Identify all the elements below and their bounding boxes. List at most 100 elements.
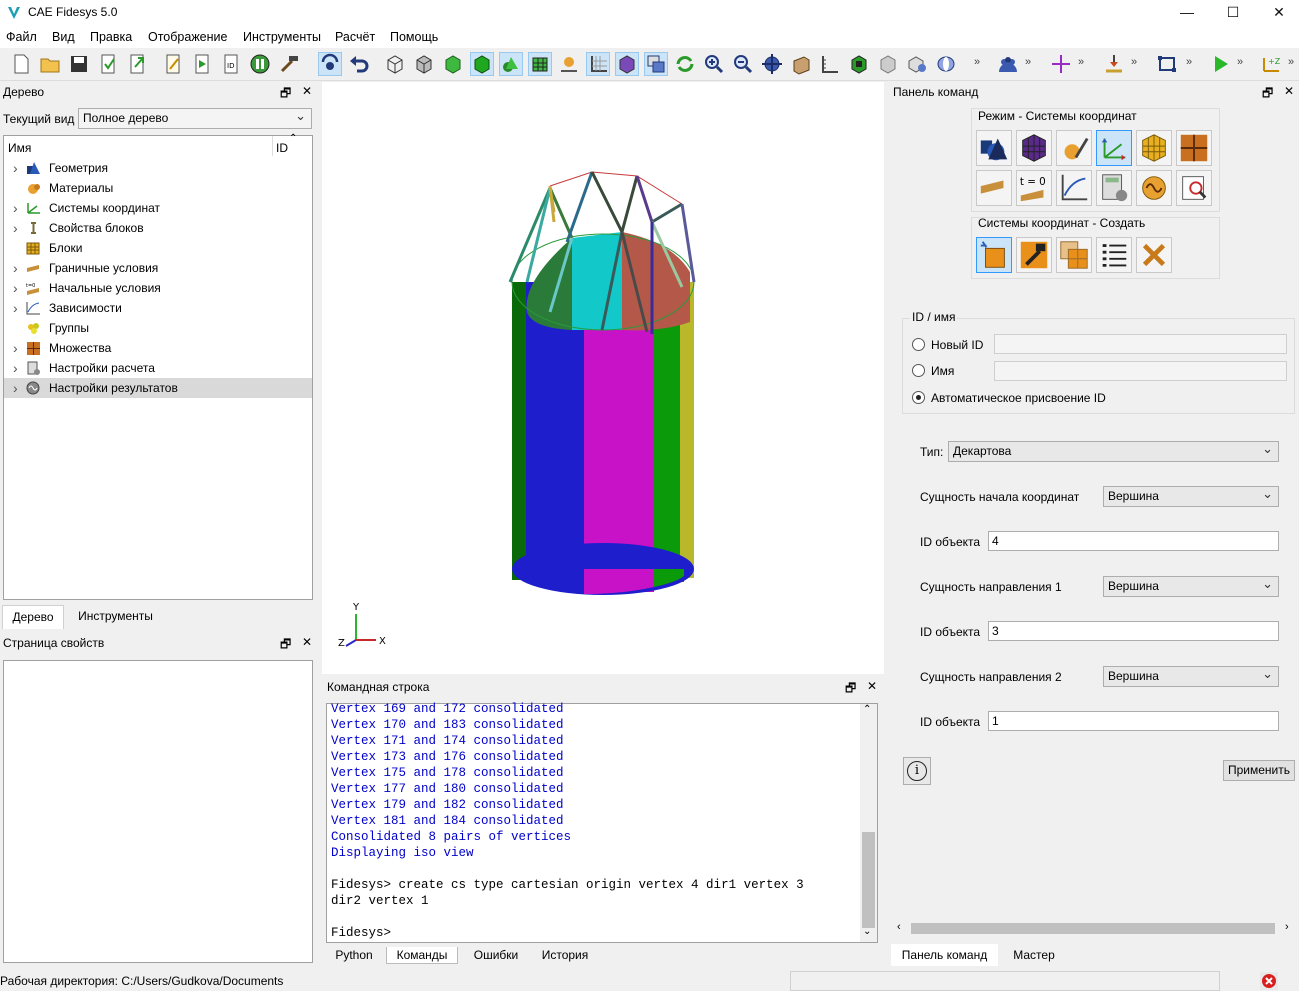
expand-arrow-icon[interactable]: › bbox=[13, 338, 23, 358]
scroll-down-icon[interactable]: ⌄ bbox=[863, 926, 871, 937]
geometry-mode-icon[interactable] bbox=[976, 130, 1012, 166]
hidden-line-view-icon[interactable] bbox=[413, 53, 435, 75]
zoom-out-icon[interactable] bbox=[732, 53, 754, 75]
list-cs-icon[interactable] bbox=[1096, 237, 1132, 273]
toolbar-more-icon[interactable]: » bbox=[1186, 56, 1192, 68]
tab-wizard[interactable]: Мастер bbox=[1003, 944, 1065, 966]
undo-icon[interactable] bbox=[348, 53, 370, 75]
maximize-button[interactable]: ☐ bbox=[1210, 0, 1256, 26]
menu-view[interactable]: Вид bbox=[52, 30, 75, 44]
toolbar-more-icon[interactable]: » bbox=[1025, 56, 1031, 68]
scroll-right-icon[interactable]: › bbox=[1285, 921, 1289, 933]
results-mode-icon[interactable] bbox=[1136, 170, 1172, 206]
postprocessing-mode-icon[interactable] bbox=[1176, 170, 1212, 206]
toolbar-more-icon[interactable]: » bbox=[1237, 56, 1243, 68]
command-panel-hscroll[interactable]: ‹ › bbox=[893, 920, 1295, 937]
menu-calculation[interactable]: Расчёт bbox=[335, 30, 375, 44]
toolbar-more-icon[interactable]: » bbox=[974, 56, 980, 68]
tree-item-sets[interactable]: › Множества bbox=[6, 338, 306, 358]
undock-icon[interactable]: 🗗 bbox=[1262, 84, 1273, 105]
dir1-entity-select[interactable]: Вершина bbox=[1103, 574, 1279, 597]
create-cs-icon[interactable] bbox=[976, 237, 1012, 273]
pause-icon[interactable] bbox=[249, 53, 271, 75]
scroll-up-icon[interactable]: ⌃ bbox=[863, 704, 871, 715]
tab-python[interactable]: Python bbox=[326, 947, 382, 964]
close-panel-icon[interactable]: ✕ bbox=[1284, 84, 1294, 98]
new-id-field[interactable] bbox=[994, 334, 1287, 354]
tree-column-id[interactable]: ID bbox=[276, 141, 288, 155]
tree-item-groups[interactable]: Группы bbox=[6, 318, 306, 338]
command-prompt[interactable]: Fidesys> bbox=[331, 926, 391, 940]
origin-entity-select[interactable]: Вершина bbox=[1103, 484, 1279, 507]
current-view-select[interactable]: Полное дерево bbox=[78, 106, 312, 129]
undock-icon[interactable]: 🗗 bbox=[280, 84, 291, 105]
dir2-id-field[interactable]: 1 bbox=[988, 711, 1279, 731]
menu-help[interactable]: Помощь bbox=[390, 30, 438, 44]
run-script-icon[interactable] bbox=[191, 53, 213, 75]
hscroll-thumb[interactable] bbox=[911, 923, 1275, 934]
command-scrollbar[interactable]: ⌃ ⌄ bbox=[860, 704, 877, 942]
export-icon[interactable] bbox=[126, 53, 148, 75]
expand-arrow-icon[interactable]: › bbox=[13, 358, 23, 378]
copy-cs-icon[interactable] bbox=[1056, 237, 1092, 273]
tree-item-calc-settings[interactable]: › Настройки расчета bbox=[6, 358, 306, 378]
expand-arrow-icon[interactable]: › bbox=[13, 278, 23, 298]
scroll-left-icon[interactable]: ‹ bbox=[897, 921, 901, 933]
close-window-button[interactable]: ✕ bbox=[1256, 0, 1299, 26]
geometry-view-icon[interactable] bbox=[499, 52, 523, 76]
dependencies-mode-icon[interactable] bbox=[1056, 170, 1092, 206]
calculation-mode-icon[interactable] bbox=[1096, 170, 1132, 206]
info-button[interactable]: i bbox=[903, 757, 931, 785]
sets-mode-icon[interactable] bbox=[1176, 130, 1212, 166]
expand-arrow-icon[interactable]: › bbox=[13, 158, 23, 178]
tree-item-geometry[interactable]: › Геометрия bbox=[6, 158, 306, 178]
close-panel-icon[interactable]: ✕ bbox=[302, 84, 312, 98]
tree-item-initial-conditions[interactable]: › t=0 Начальные условия bbox=[6, 278, 306, 298]
initial-conditions-mode-icon[interactable]: t = 0 bbox=[1016, 170, 1052, 206]
radio-auto-id[interactable] bbox=[912, 391, 925, 404]
expand-arrow-icon[interactable]: › bbox=[13, 218, 23, 238]
crosshair-icon[interactable] bbox=[1050, 53, 1072, 75]
tab-commands[interactable]: Команды bbox=[386, 947, 458, 964]
menu-edit[interactable]: Правка bbox=[90, 30, 132, 44]
axes-view-icon[interactable] bbox=[586, 52, 610, 76]
cube-green-icon[interactable] bbox=[848, 53, 870, 75]
perspective-view-icon[interactable] bbox=[615, 52, 639, 76]
cube-blue-icon[interactable] bbox=[906, 53, 928, 75]
tree-item-block-properties[interactable]: › Свойства блоков bbox=[6, 218, 306, 238]
tab-history[interactable]: История bbox=[532, 947, 598, 964]
menu-tools[interactable]: Инструменты bbox=[243, 30, 321, 44]
box-view-icon[interactable] bbox=[790, 53, 812, 75]
tree-item-boundary-conditions[interactable]: › Граничные условия bbox=[6, 258, 306, 278]
toolbar-more-icon[interactable]: » bbox=[1078, 56, 1084, 68]
tab-command-panel[interactable]: Панель команд bbox=[891, 944, 998, 966]
shaded-view-icon[interactable] bbox=[442, 53, 464, 75]
undock-icon[interactable]: 🗗 bbox=[280, 635, 291, 656]
block-mode-icon[interactable] bbox=[1136, 130, 1172, 166]
modify-cs-icon[interactable] bbox=[1016, 237, 1052, 273]
ruler-icon[interactable] bbox=[819, 53, 841, 75]
cube-gray-icon[interactable] bbox=[877, 53, 899, 75]
tree-item-materials[interactable]: Материалы bbox=[6, 178, 306, 198]
coordinate-system-mode-icon[interactable] bbox=[1096, 130, 1132, 166]
menu-display[interactable]: Отображение bbox=[148, 30, 227, 44]
dir1-id-field[interactable]: 3 bbox=[988, 621, 1279, 641]
tab-tools[interactable]: Инструменты bbox=[68, 607, 163, 627]
boundary-box-icon[interactable] bbox=[1156, 53, 1178, 75]
undock-icon[interactable]: 🗗 bbox=[845, 679, 856, 700]
open-folder-icon[interactable] bbox=[39, 53, 61, 75]
type-select[interactable]: Декартова bbox=[948, 439, 1279, 462]
wireframe-view-icon[interactable] bbox=[384, 53, 406, 75]
dir2-entity-select[interactable]: Вершина bbox=[1103, 664, 1279, 687]
new-file-icon[interactable] bbox=[10, 53, 32, 75]
expand-arrow-icon[interactable]: › bbox=[13, 198, 23, 218]
load-icon[interactable] bbox=[1103, 53, 1125, 75]
tree-item-blocks[interactable]: Блоки bbox=[6, 238, 306, 258]
mesh-view-icon[interactable] bbox=[528, 52, 552, 76]
hammer-icon[interactable] bbox=[278, 53, 300, 75]
expand-arrow-icon[interactable]: › bbox=[13, 298, 23, 318]
tab-errors[interactable]: Ошибки bbox=[462, 947, 530, 964]
tree-item-coord-systems[interactable]: › Системы координат bbox=[6, 198, 306, 218]
id-icon[interactable]: ID bbox=[220, 53, 242, 75]
scroll-thumb[interactable] bbox=[862, 832, 875, 928]
